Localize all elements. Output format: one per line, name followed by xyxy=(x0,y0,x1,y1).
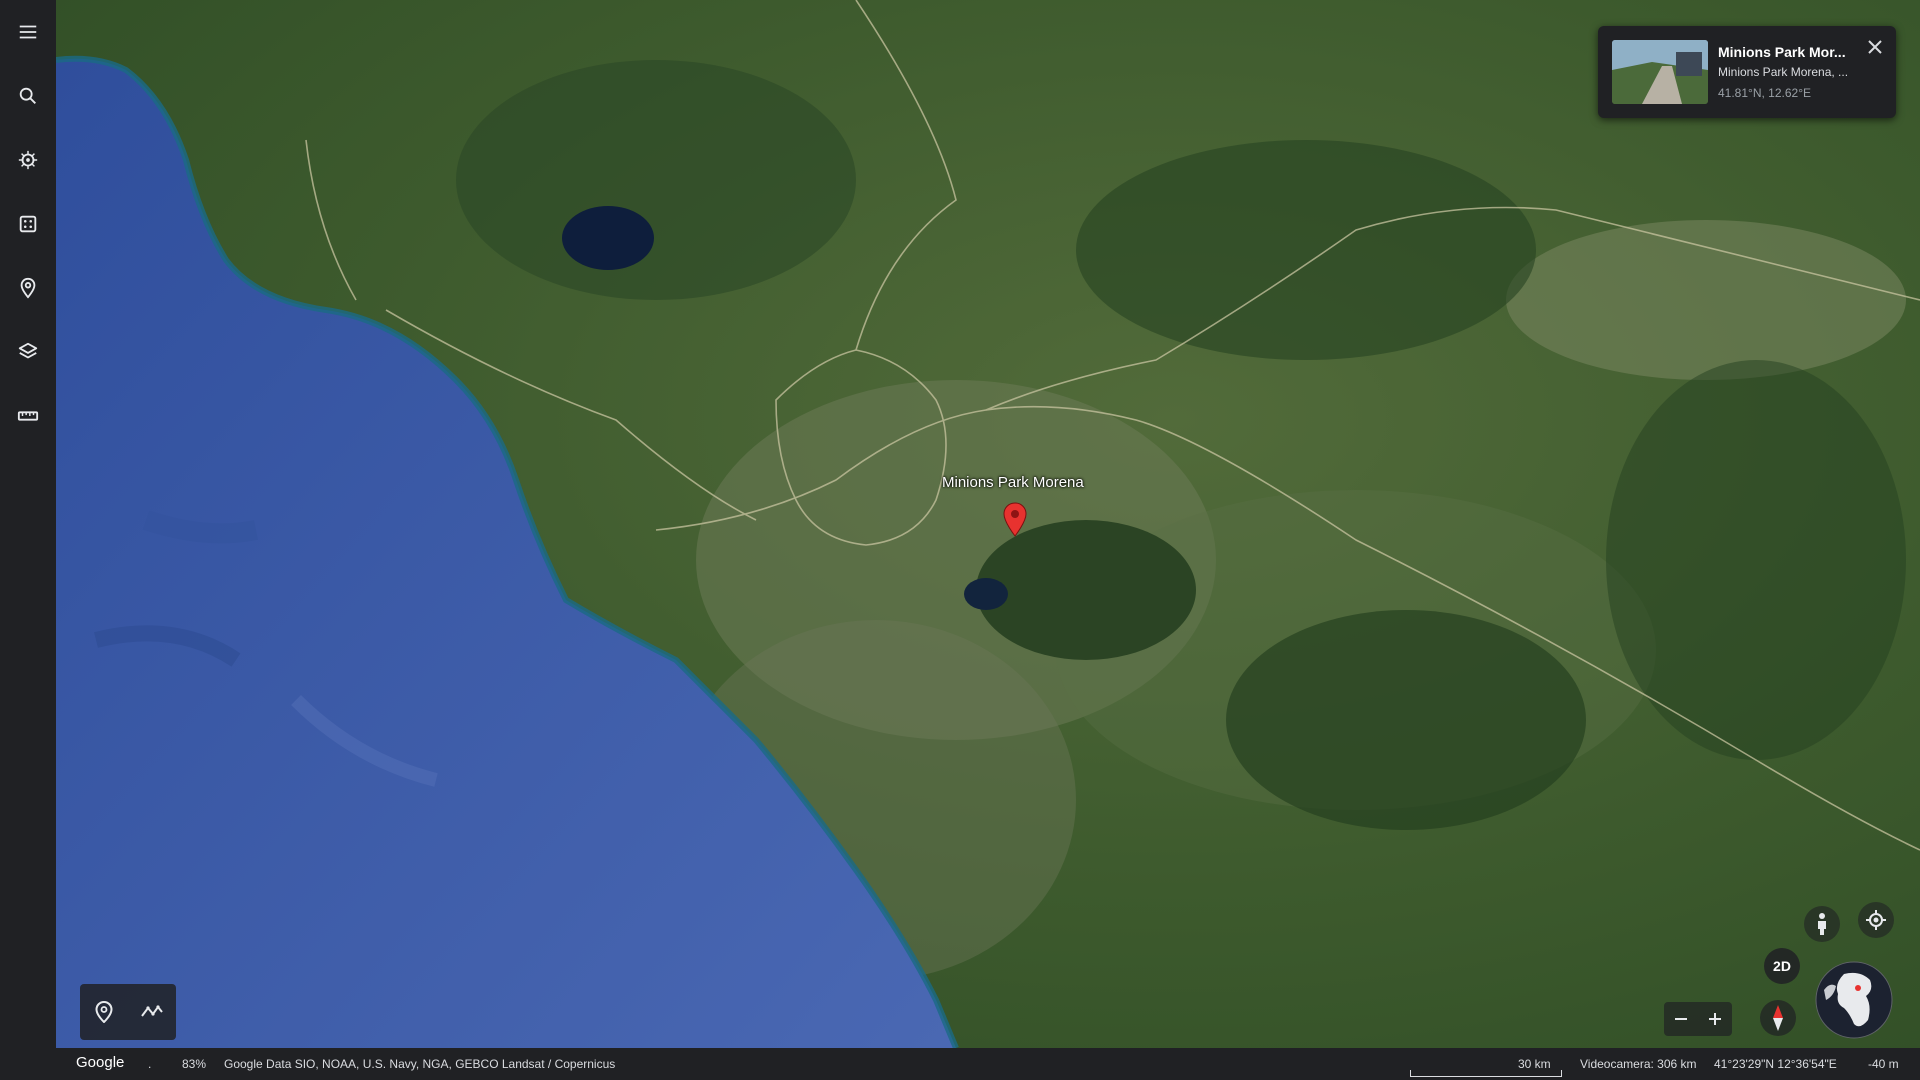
search-button[interactable] xyxy=(8,76,48,116)
globe-icon xyxy=(1815,961,1893,1039)
place-info-card[interactable]: Minions Park Mor... Minions Park Morena,… xyxy=(1598,26,1896,118)
status-bar: Google . 83% Google Data SIO, NOAA, U.S.… xyxy=(56,1048,1920,1080)
my-location-button[interactable] xyxy=(1858,902,1894,938)
voyager-icon xyxy=(18,150,38,170)
map-style-icon xyxy=(18,342,38,359)
card-subtitle: Minions Park Morena, ... xyxy=(1718,65,1849,79)
search-icon xyxy=(19,87,36,104)
voyager-button[interactable] xyxy=(8,140,48,180)
scale-label: 30 km xyxy=(1518,1057,1551,1071)
cursor-coordinates: 41°23'29"N 12°36'54"E xyxy=(1714,1057,1837,1071)
elevation: -40 m xyxy=(1868,1057,1899,1071)
google-logo: Google xyxy=(76,1054,125,1071)
placemark-icon xyxy=(95,1001,113,1023)
place-label[interactable]: Minions Park Morena xyxy=(942,474,1084,491)
feeling-lucky-icon xyxy=(19,215,37,233)
toggle-2d-button[interactable]: 2D xyxy=(1764,948,1800,984)
thumbnail-photo xyxy=(1612,40,1708,104)
card-title: Minions Park Mor... xyxy=(1718,44,1846,60)
data-attribution[interactable]: Google Data SIO, NOAA, U.S. Navy, NGA, G… xyxy=(224,1057,615,1071)
projects-button[interactable] xyxy=(8,268,48,308)
measure-icon xyxy=(17,411,39,421)
projects-icon xyxy=(20,277,36,299)
globe-minimap[interactable] xyxy=(1814,960,1894,1040)
drawing-tools xyxy=(80,984,176,1040)
place-thumbnail[interactable] xyxy=(1612,40,1708,104)
terrain-imagery xyxy=(56,0,1920,1048)
map-style-button[interactable] xyxy=(8,332,48,372)
street-view-pegman[interactable] xyxy=(1804,906,1840,942)
path-icon xyxy=(141,1005,163,1017)
scale-bar xyxy=(1410,1070,1562,1077)
my-location-icon xyxy=(1866,910,1886,930)
zoom-in-button[interactable] xyxy=(1698,1002,1732,1036)
menu-button[interactable] xyxy=(8,12,48,52)
compass-icon xyxy=(1773,1005,1783,1031)
menu-icon xyxy=(19,25,37,39)
card-text: Minions Park Mor... Minions Park Morena,… xyxy=(1718,44,1886,100)
compass-button[interactable] xyxy=(1760,1000,1796,1036)
draw-path-button[interactable] xyxy=(138,998,166,1026)
card-coordinates: 41.81°N, 12.62°E xyxy=(1718,86,1811,100)
plus-icon xyxy=(1709,1013,1721,1025)
pegman-icon xyxy=(1818,913,1826,935)
status-separator: . xyxy=(148,1057,152,1071)
camera-altitude: Videocamera: 306 km xyxy=(1580,1057,1697,1071)
add-placemark-button[interactable] xyxy=(90,998,118,1026)
left-sidebar xyxy=(0,0,56,1080)
zoom-percentage: 83% xyxy=(182,1057,207,1071)
close-icon[interactable] xyxy=(1866,38,1884,56)
zoom-out-button[interactable] xyxy=(1664,1002,1698,1036)
location-pin-icon[interactable] xyxy=(1002,502,1028,538)
satellite-map[interactable]: Minions Park Morena xyxy=(56,0,1920,1048)
feeling-lucky-button[interactable] xyxy=(8,204,48,244)
measure-button[interactable] xyxy=(8,396,48,436)
minus-icon xyxy=(1675,1018,1687,1020)
